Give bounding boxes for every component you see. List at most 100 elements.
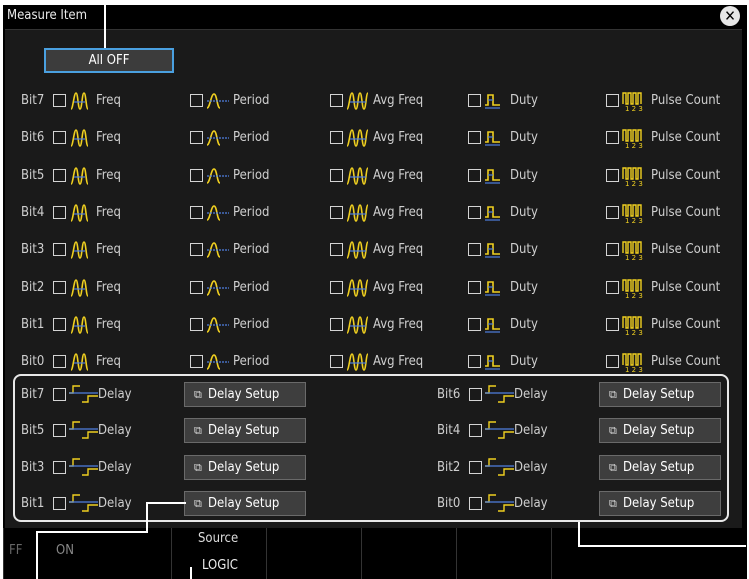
softkey-on-off[interactable]: FF ON [3, 528, 80, 579]
period-icon [205, 127, 231, 153]
checkbox-freq[interactable] [53, 168, 66, 182]
popup-icon: ⧉ [609, 496, 617, 510]
checkbox-freq[interactable] [53, 317, 66, 331]
measure-row: Bit1 Freq Period Avg Freq Duty 1 2 3 Pulse Cou… [0, 314, 749, 337]
popup-icon: ⧉ [609, 460, 617, 474]
measure-label: Freq [96, 130, 121, 146]
measure-label: Pulse Count [651, 130, 721, 146]
checkbox-avg-freq[interactable] [330, 243, 343, 257]
checkbox-pulse-count[interactable] [606, 243, 619, 257]
checkbox-freq[interactable] [53, 131, 66, 145]
pulse-count-icon: 1 2 3 [621, 314, 649, 340]
softkey-3[interactable] [266, 528, 361, 579]
checkbox-period[interactable] [190, 280, 203, 294]
period-icon [205, 314, 231, 340]
measure-label: Avg Freq [373, 93, 424, 108]
freq-icon [68, 314, 92, 340]
all-off-button[interactable]: All OFF [44, 48, 174, 73]
period-icon [205, 165, 231, 191]
checkbox-pulse-count[interactable] [606, 205, 619, 219]
checkbox-period[interactable] [190, 243, 203, 257]
svg-text:1 2 3: 1 2 3 [625, 105, 643, 112]
checkbox-delay[interactable] [469, 496, 482, 510]
measure-label: Duty [510, 279, 538, 295]
bit-label: Bit6 [437, 387, 461, 402]
checkbox-freq[interactable] [53, 94, 66, 107]
delay-setup-button[interactable]: ⧉ Delay Setup [599, 490, 721, 516]
checkbox-duty[interactable] [468, 243, 481, 257]
checkbox-period[interactable] [190, 317, 203, 331]
delay-setup-button[interactable]: ⧉ Delay Setup [599, 382, 721, 407]
checkbox-duty[interactable] [468, 317, 481, 331]
checkbox-pulse-count[interactable] [606, 355, 619, 369]
avg-freq-icon [345, 202, 371, 228]
checkbox-duty[interactable] [468, 131, 481, 145]
callout-line-source [190, 567, 192, 579]
checkbox-pulse-count[interactable] [606, 280, 619, 294]
checkbox-pulse-count[interactable] [606, 168, 619, 182]
measure-label: Freq [96, 279, 121, 295]
source-value: LOGIC [202, 558, 238, 573]
measure-label: Duty [510, 130, 538, 146]
checkbox-period[interactable] [190, 94, 203, 107]
delay-setup-button[interactable]: ⧉ Delay Setup [599, 418, 721, 444]
checkbox-duty[interactable] [468, 168, 481, 182]
delay-icon [484, 493, 516, 519]
duty-icon [483, 314, 503, 340]
checkbox-duty[interactable] [468, 94, 481, 107]
softkey-5[interactable] [456, 528, 551, 579]
measure-label: Period [233, 93, 270, 108]
period-icon [205, 90, 231, 116]
checkbox-period[interactable] [190, 168, 203, 182]
checkbox-avg-freq[interactable] [330, 131, 343, 145]
checkbox-duty[interactable] [468, 280, 481, 294]
checkbox-period[interactable] [190, 355, 203, 369]
checkbox-period[interactable] [190, 205, 203, 219]
checkbox-freq[interactable] [53, 355, 66, 369]
checkbox-avg-freq[interactable] [330, 168, 343, 182]
checkbox-pulse-count[interactable] [606, 94, 619, 107]
measure-label: Avg Freq [373, 167, 424, 183]
delay-icon [484, 384, 516, 410]
duty-icon [483, 90, 503, 116]
callout-line-group-v [578, 522, 580, 546]
measure-label: Freq [96, 242, 121, 258]
measure-label: Avg Freq [373, 279, 424, 295]
bit-label: Bit0 [21, 354, 45, 370]
checkbox-avg-freq[interactable] [330, 280, 343, 294]
svg-text:1 2 3: 1 2 3 [625, 254, 643, 261]
measure-label: Duty [510, 316, 538, 332]
measure-label: Period [233, 316, 270, 332]
checkbox-duty[interactable] [468, 355, 481, 369]
freq-icon [68, 127, 92, 153]
checkbox-delay[interactable] [469, 424, 482, 438]
close-icon[interactable]: ✕ [720, 6, 740, 26]
checkbox-duty[interactable] [468, 205, 481, 219]
checkbox-pulse-count[interactable] [606, 131, 619, 145]
checkbox-delay[interactable] [469, 388, 482, 401]
measure-label: Pulse Count [651, 167, 721, 183]
checkbox-pulse-count[interactable] [606, 317, 619, 331]
duty-icon [483, 239, 503, 265]
checkbox-period[interactable] [190, 131, 203, 145]
checkbox-avg-freq[interactable] [330, 94, 343, 107]
softkey-4[interactable] [361, 528, 456, 579]
delay-setup-button[interactable]: ⧉ Delay Setup [599, 454, 721, 480]
softkey-source[interactable]: Source LOGIC [171, 528, 266, 579]
softkey-6[interactable] [551, 528, 646, 579]
bit-label: Bit2 [21, 279, 45, 295]
checkbox-avg-freq[interactable] [330, 317, 343, 331]
checkbox-freq[interactable] [53, 243, 66, 257]
on-label: ON [56, 543, 74, 558]
checkbox-freq[interactable] [53, 280, 66, 294]
bit-label: Bit3 [21, 242, 45, 258]
pulse-count-icon: 1 2 3 [621, 90, 649, 116]
checkbox-avg-freq[interactable] [330, 355, 343, 369]
svg-text:1 2 3: 1 2 3 [625, 366, 643, 373]
freq-icon [68, 202, 92, 228]
checkbox-delay[interactable] [469, 460, 482, 474]
checkbox-avg-freq[interactable] [330, 205, 343, 219]
measure-label: Pulse Count [651, 242, 721, 258]
checkbox-freq[interactable] [53, 205, 66, 219]
duty-icon [483, 127, 503, 153]
